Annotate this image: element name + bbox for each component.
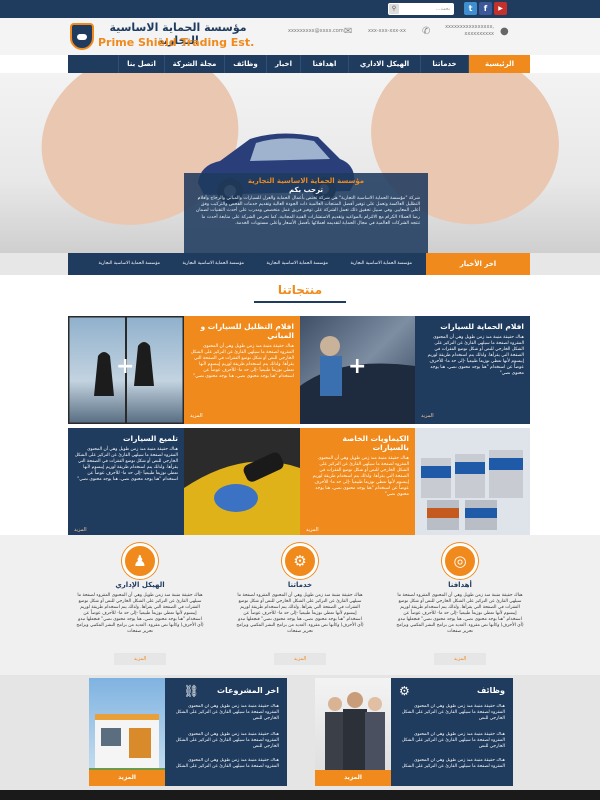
twitter-icon[interactable]: t [464, 2, 477, 15]
service-description: هناك حقيقة مثبتة منذ زمن طويل وهي أن الم… [396, 593, 524, 634]
nav-item-structure[interactable]: الهيكل الاداري [348, 55, 420, 73]
product-tile-tint-films[interactable]: افلام التظليل للسيارات و المباني هناك حق… [184, 316, 300, 424]
projects-more-button[interactable]: المزيد [89, 770, 165, 786]
hero-description: شركة "مؤسسة الحماية الاساسية التجارية" ه… [195, 196, 420, 226]
product-title: تلميع السيارات [122, 434, 178, 443]
projects-title: اخر المشروعات [217, 686, 279, 695]
nav-item-goals[interactable]: اهدافنا [300, 55, 348, 73]
projects-panel-body: اخر المشروعات ⛓ هناك حقيقة مثبتة منذ زمن… [165, 678, 287, 786]
service-more-button[interactable]: المزيد [114, 653, 166, 665]
project-item[interactable]: هناك حقيقة مثبتة منذ زمن طويل وهي أن الم… [173, 732, 279, 756]
jobs-more-button[interactable]: المزيد [315, 770, 391, 786]
service-structure: ♟ الهيكل الإداري هناك حقيقة مثبتة منذ زم… [70, 543, 210, 668]
product-image-polishing[interactable] [184, 428, 300, 538]
projects-panel: اخر المشروعات ⛓ هناك حقيقة مثبتة منذ زمن… [89, 678, 287, 786]
product-more-link[interactable]: المزيد [190, 413, 203, 419]
service-services: ⚙ خدماتنا هناك حقيقة مثبتة منذ زمن طويل … [230, 543, 370, 668]
project-item[interactable]: هناك حقيقة مثبتة منذ زمن طويل وهي أن الم… [173, 704, 279, 728]
nav-item-jobs[interactable]: وظائف [224, 55, 266, 73]
product-description: هناك حقيقة مثبتة منذ زمن طويل وهي أن الم… [427, 335, 524, 376]
jobs-title: وظائف [476, 686, 505, 695]
product-tile-protection-films[interactable]: افلام الحماية للسيارات هناك حقيقة مثبتة … [415, 316, 530, 424]
news-item[interactable]: مؤسسة الحماية الاساسية التجارية [351, 253, 412, 275]
header-email[interactable]: xxxxxxxxx@xxxx.com [288, 28, 344, 34]
plus-icon[interactable]: + [116, 354, 134, 379]
header: مؤسسة الحماية الاساسية التجارية Prime Sh… [0, 18, 600, 55]
product-image-tint-films[interactable]: + [68, 316, 184, 424]
gears-icon: ⚙ [399, 684, 410, 698]
main-nav: الرئيسية خدماتنا الهيكل الاداري اهدافنا … [68, 55, 530, 73]
news-ticker: اخر الأخبار مؤسسة الحماية الاساسية التجا… [68, 253, 530, 275]
page: بحث... ⚲ t f ▶ مؤسسة الحماية الاساسية ال… [0, 0, 600, 800]
product-description: هناك حقيقة مثبتة منذ زمن طويل وهي أن الم… [312, 456, 409, 497]
service-title: خدماتنا [287, 581, 313, 589]
jobs-panel-body: وظائف ⚙ هناك حقيقة مثبتة منذ زمن طويل وه… [391, 678, 513, 786]
search-icon[interactable]: ⚲ [389, 4, 399, 14]
location-pin-icon: ● [500, 26, 509, 37]
product-description: هناك حقيقة مثبتة منذ زمن طويل وهي أن الم… [190, 344, 294, 379]
product-image-protection-films[interactable]: + [300, 316, 415, 424]
service-more-button[interactable]: المزيد [274, 653, 326, 665]
hero-subtitle: ترحب بكم [288, 186, 324, 194]
search-input[interactable]: بحث... ⚲ [388, 3, 454, 15]
nav-item-news[interactable]: اخبار [266, 55, 300, 73]
nav-item-magazine[interactable]: مجلة الشركة [164, 55, 224, 73]
product-title: افلام الحماية للسيارات [440, 322, 524, 331]
news-item[interactable]: مؤسسة الحماية الاساسية التجارية [99, 253, 160, 275]
footer-strip [0, 790, 600, 800]
products-title: منتجاتنا [277, 283, 323, 297]
truck-icon: ⛓ [183, 684, 199, 698]
product-title: افلام التظليل للسيارات و المباني [200, 322, 294, 340]
email-icon: ✉ [344, 26, 353, 37]
job-item[interactable]: هناك حقيقة مثبتة منذ زمن طويل وهي أن الم… [399, 704, 505, 728]
top-bar: بحث... ⚲ t f ▶ [0, 0, 600, 18]
product-image-chemicals[interactable] [415, 428, 530, 538]
service-description: هناك حقيقة مثبتة منذ زمن طويل وهي أن الم… [236, 593, 364, 634]
service-goals: ◎ أهدافنا هناك حقيقة مثبتة منذ زمن طويل … [390, 543, 530, 668]
project-item[interactable]: هناك حقيقة مثبتة منذ زمن طويل وهي أن الم… [173, 758, 279, 770]
hero-text-box: مؤسسة الحماية الاساسية التجارية ترحب بكم… [184, 173, 428, 253]
service-description: هناك حقيقة مثبتة منذ زمن طويل وهي أن الم… [76, 593, 204, 634]
service-title: أهدافنا [448, 581, 472, 589]
job-item[interactable]: هناك حقيقة مثبتة منذ زمن طويل وهي أن الم… [399, 732, 505, 756]
product-description: هناك حقيقة مثبتة منذ زمن طويل وهي أن الم… [74, 447, 178, 482]
hero-title: مؤسسة الحماية الاساسية التجارية [247, 177, 365, 185]
products-title-underline [254, 301, 346, 303]
product-more-link[interactable]: المزيد [421, 413, 434, 419]
product-tile-chemicals[interactable]: الكيماويات الخاصة بالسيارات هناك حقيقة م… [300, 428, 415, 538]
search-placeholder: بحث... [435, 6, 450, 12]
header-address: xxxxxxxxxxxxxxxx, xxxxxxxxxx [445, 24, 494, 37]
nav-item-contact[interactable]: اتصل بنا [118, 55, 164, 73]
service-more-button[interactable]: المزيد [434, 653, 486, 665]
job-item[interactable]: هناك حقيقة مثبتة منذ زمن طويل وهي أن الم… [399, 758, 505, 770]
gears-icon: ⚙ [282, 543, 318, 579]
nav-item-home[interactable]: الرئيسية [468, 55, 530, 73]
target-icon: ◎ [442, 543, 478, 579]
team-icon: ♟ [122, 543, 158, 579]
header-phone: xxx-xxx-xxx-xx [368, 28, 406, 34]
product-title: الكيماويات الخاصة بالسيارات [342, 434, 409, 452]
polishing-machine-image [184, 452, 300, 538]
news-item[interactable]: مؤسسة الحماية الاساسية التجارية [267, 253, 328, 275]
news-item[interactable]: مؤسسة الحماية الاساسية التجارية [183, 253, 244, 275]
product-more-link[interactable]: المزيد [74, 527, 87, 533]
hero-banner: مؤسسة الحماية الاساسية التجارية ترحب بكم… [0, 73, 600, 253]
nav-item-services[interactable]: خدماتنا [420, 55, 468, 73]
news-label[interactable]: اخر الأخبار [426, 253, 530, 275]
logo-english: Prime Shield Trading Est. [98, 36, 255, 49]
product-tile-polishing[interactable]: تلميع السيارات هناك حقيقة مثبتة منذ زمن … [68, 428, 184, 538]
product-more-link[interactable]: المزيد [306, 527, 319, 533]
service-title: الهيكل الإداري [115, 581, 165, 589]
facebook-icon[interactable]: f [479, 2, 492, 15]
jobs-panel: وظائف ⚙ هناك حقيقة مثبتة منذ زمن طويل وه… [315, 678, 513, 786]
youtube-icon[interactable]: ▶ [494, 2, 507, 15]
chemical-cans-image [421, 450, 523, 530]
plus-icon[interactable]: + [348, 354, 366, 379]
phone-icon: ✆ [422, 26, 431, 37]
